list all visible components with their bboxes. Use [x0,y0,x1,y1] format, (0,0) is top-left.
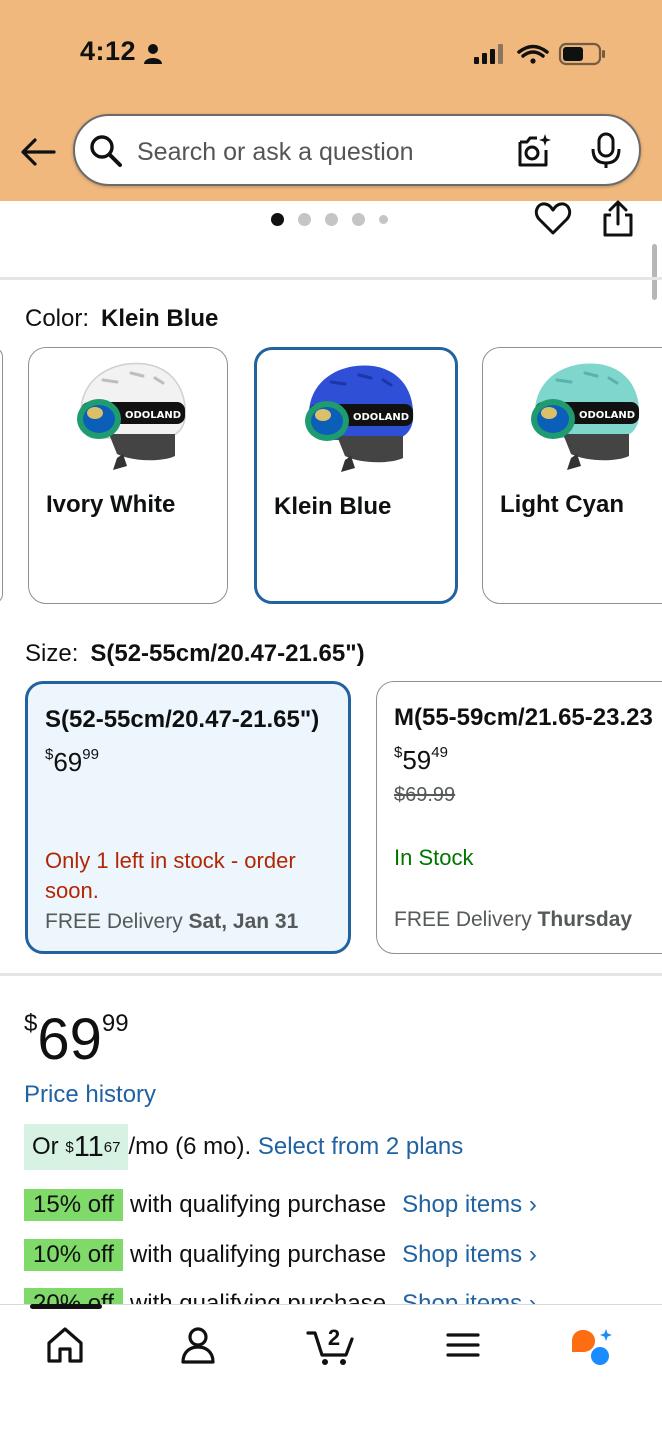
color-option-label: Klein Blue [274,493,392,520]
person-icon [144,44,162,64]
select-plan-link[interactable]: Select from 2 plans [258,1133,463,1161]
helmet-image: ODOLAND [305,365,414,472]
camera-lens-icon[interactable] [515,132,553,170]
active-tab-indicator [30,1304,102,1309]
product-price: $6999 [24,1007,129,1072]
account-icon [181,1327,215,1364]
section-divider [0,973,662,976]
share-icon[interactable] [600,200,636,238]
search-bar[interactable]: Search or ask a question [73,114,641,186]
selected-color-name: Klein Blue [101,305,219,332]
nav-home[interactable] [44,1325,86,1365]
shop-items-link[interactable]: Shop items › [402,1241,537,1269]
color-label: Color: [25,305,90,332]
carousel-dot[interactable] [325,213,338,226]
size-option-m[interactable]: M(55-59cm/21.65-23.23 $5949 $69.99 In St… [376,681,662,954]
list-price: $69.99 [394,784,456,806]
discount-badge: 15% off [24,1189,123,1221]
nav-cart[interactable]: 2 [306,1319,356,1367]
size-option-title: M(55-59cm/21.65-23.23 [394,704,653,731]
color-option-label: Light Cyan [500,491,624,518]
cellular-signal-icon [474,44,503,64]
delivery-info: FREE Delivery Thursday [394,908,633,931]
offer-text: with qualifying purchase [129,1191,387,1218]
back-button[interactable] [16,130,60,174]
installment-suffix: /mo (6 mo). [128,1133,252,1160]
size-label: Size: [25,640,79,667]
discount-badge: 10% off [24,1239,123,1271]
cart-count: 2 [328,1325,340,1350]
bottom-nav-bar: 2 [0,1304,662,1440]
color-option-light-cyan[interactable]: ODOLAND Light Cyan [482,347,662,604]
shop-items-link[interactable]: Shop items › [402,1191,537,1219]
carousel-pagination[interactable] [271,213,388,226]
carousel-dot[interactable] [352,213,365,226]
status-time: 4:12 [80,36,137,66]
delivery-info: FREE Delivery Sat, Jan 31 [45,910,299,933]
nav-account[interactable] [178,1325,218,1365]
size-option-price: $5949 [394,744,448,775]
cart-icon: 2 [306,1325,354,1365]
arrow-left-icon [21,138,56,166]
color-label-row: Color: Klein Blue [25,305,218,333]
size-option-s[interactable]: S(52-55cm/20.47-21.65") $6999 Only 1 lef… [25,681,351,954]
size-option-price: $6999 [45,746,99,777]
helmet-image: ODOLAND [77,362,186,470]
helmet-image: ODOLAND [531,363,640,470]
search-input[interactable]: Search or ask a question [137,138,414,167]
scrollbar[interactable] [652,244,657,300]
stock-status: Only 1 left in stock - order soon. [45,848,296,903]
section-divider [0,277,662,280]
offer-text: with qualifying purchase [129,1241,387,1268]
nav-assistant[interactable] [568,1327,616,1367]
stock-status: In Stock [394,845,474,870]
nav-menu[interactable] [446,1331,480,1359]
carousel-dot[interactable] [298,213,311,226]
carousel-dot[interactable] [379,215,388,224]
search-icon [90,135,122,167]
selected-size-name: S(52-55cm/20.47-21.65") [90,640,365,667]
size-label-row: Size: S(52-55cm/20.47-21.65") [25,640,365,668]
color-option-klein-blue[interactable]: ODOLAND Klein Blue [254,347,458,604]
brand-logo: ODOLAND [579,410,635,421]
wifi-icon [517,44,549,64]
microphone-icon[interactable] [589,132,623,170]
promo-offer-row: 15% off with qualifying purchase Shop it… [24,1189,537,1221]
size-option-title: S(52-55cm/20.47-21.65") [45,706,320,733]
menu-icon [446,1333,480,1357]
status-indicators [470,40,610,68]
home-icon [47,1327,83,1363]
installment-plan-row: Or $11 67 /mo (6 mo). Select from 2 plans [24,1124,463,1170]
brand-logo: ODOLAND [353,412,409,423]
color-option-ivory-white[interactable]: ODOLAND Ivory White [28,347,228,604]
heart-icon[interactable] [534,200,572,238]
battery-icon [558,42,605,66]
app-header: 4:12 Search or ask a question [0,0,662,201]
color-option-partial[interactable] [0,347,3,604]
brand-logo: ODOLAND [125,410,181,421]
carousel-dot[interactable] [271,213,284,226]
color-option-label: Ivory White [46,491,176,518]
rufus-assistant-icon [572,1329,612,1365]
installment-amount: Or $11 67 [24,1124,129,1170]
price-history-link[interactable]: Price history [24,1081,156,1109]
promo-offer-row: 10% off with qualifying purchase Shop it… [24,1239,537,1271]
